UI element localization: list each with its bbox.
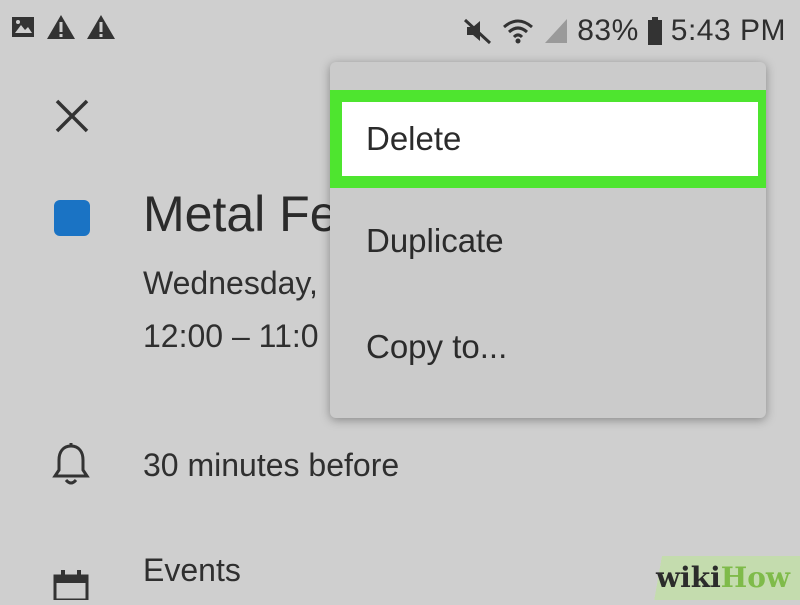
menu-item-label: Duplicate: [366, 222, 504, 259]
calendar-icon: [50, 568, 92, 605]
battery-icon: [647, 16, 663, 46]
event-title: Metal Fe: [143, 186, 338, 242]
warning-icon: [46, 14, 76, 40]
menu-item-delete[interactable]: Delete: [330, 90, 766, 188]
clock: 5:43 PM: [670, 14, 786, 47]
bell-icon: [50, 442, 92, 493]
status-right: 83% 5:43 PM: [463, 14, 786, 48]
signal-icon: [543, 17, 569, 45]
event-color-swatch: [54, 200, 90, 236]
event-time: 12:00 – 11:0: [143, 318, 319, 354]
close-icon: [52, 99, 92, 140]
watermark-wiki: wiki: [655, 561, 721, 594]
overflow-menu: Delete Duplicate Copy to...: [330, 62, 766, 418]
wikihow-watermark: wikiHow: [630, 556, 800, 600]
menu-item-label: Delete: [366, 120, 462, 157]
watermark-how: How: [720, 561, 790, 594]
menu-item-label: Copy to...: [366, 328, 508, 365]
status-left-icons: [10, 14, 116, 40]
watermark-text: wikiHow: [656, 561, 790, 594]
warning-icon: [86, 14, 116, 40]
calendar-name: Events: [143, 552, 241, 588]
event-date: Wednesday,: [143, 265, 318, 301]
image-icon: [10, 14, 36, 40]
status-bar: 83% 5:43 PM: [0, 0, 800, 64]
menu-item-copy-to[interactable]: Copy to...: [330, 307, 766, 387]
wifi-icon: [501, 16, 535, 46]
battery-percent: 83%: [577, 14, 639, 47]
reminder-label: 30 minutes before: [143, 447, 400, 483]
menu-item-duplicate[interactable]: Duplicate: [330, 201, 766, 281]
close-button[interactable]: [52, 96, 92, 136]
mute-icon: [463, 16, 493, 46]
